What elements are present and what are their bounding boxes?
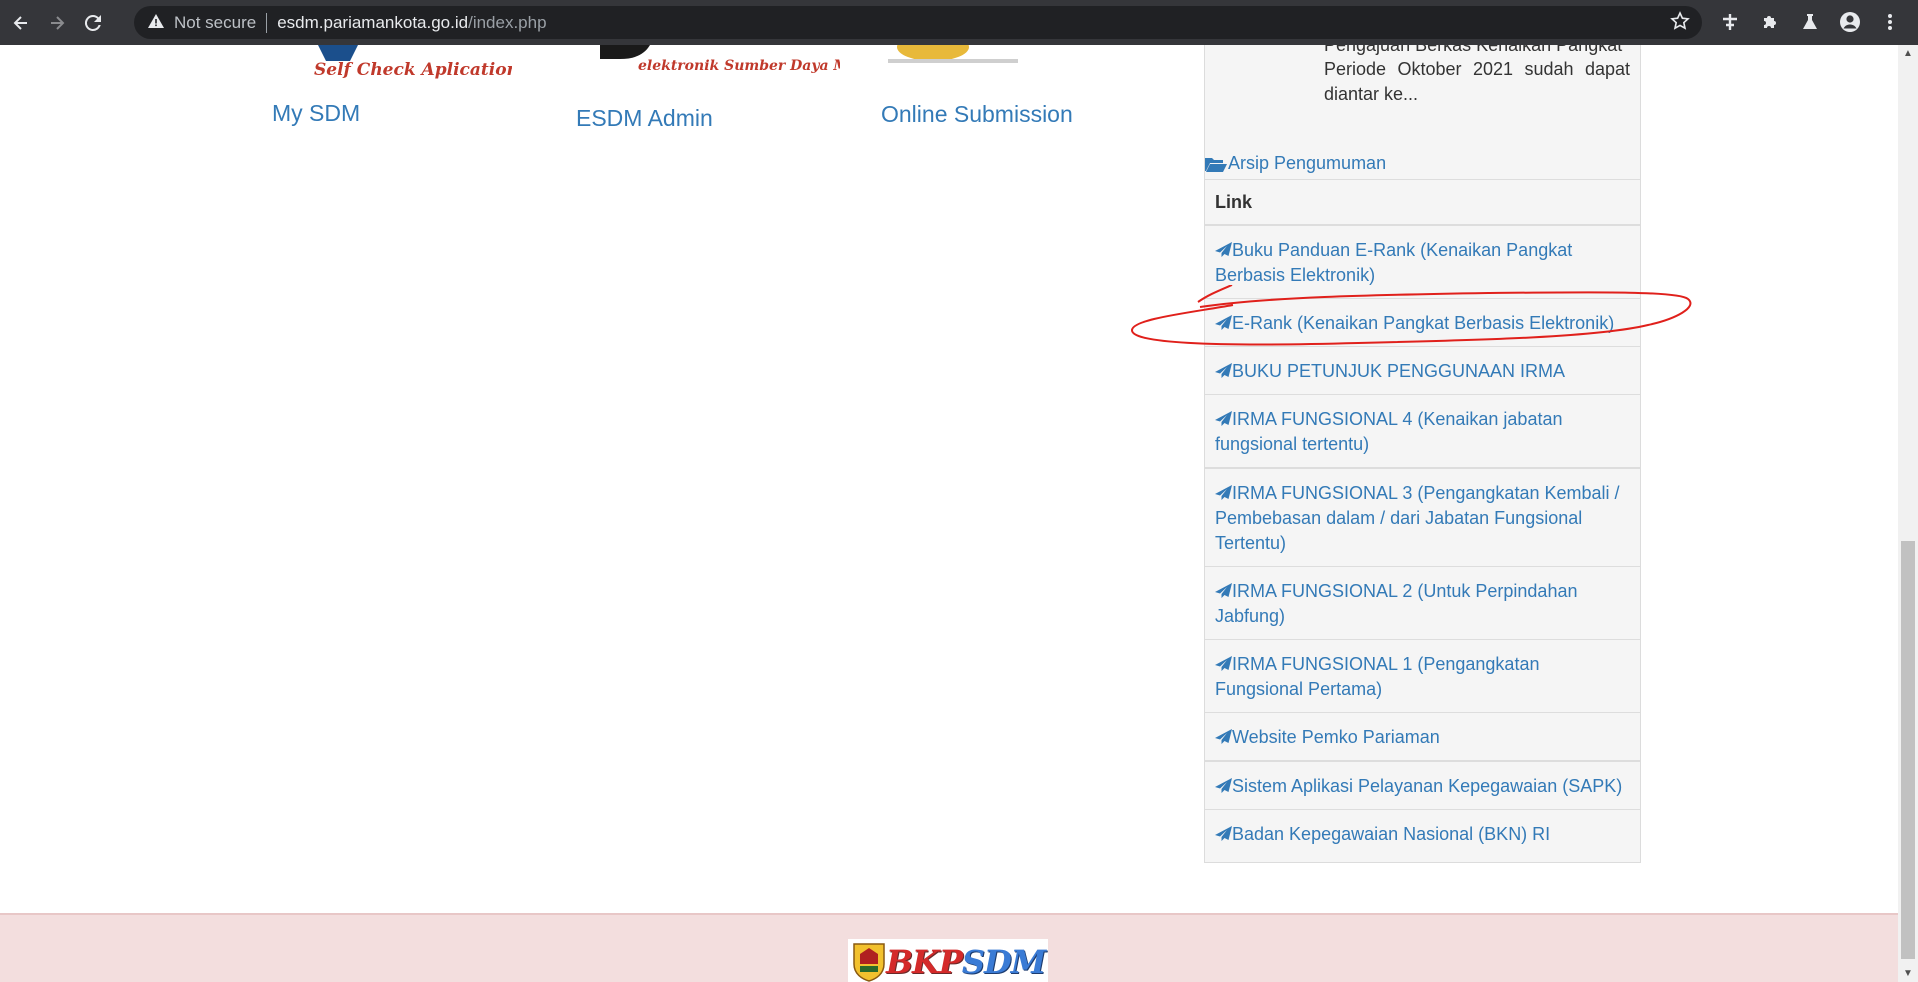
archive-link-label: Arsip Pengumuman — [1228, 153, 1387, 173]
link-label: Website Pemko Pariaman — [1232, 727, 1440, 747]
labs-icon[interactable] — [1796, 8, 1824, 36]
links-list: Buku Panduan E-Rank (Kenaikan Pangkat Be… — [1205, 226, 1640, 857]
link-item[interactable]: E-Rank (Kenaikan Pangkat Berbasis Elektr… — [1205, 299, 1640, 347]
link-label: IRMA FUNGSIONAL 4 (Kenaikan jabatan fung… — [1215, 409, 1563, 454]
link-label: Sistem Aplikasi Pelayanan Kepegawaian (S… — [1232, 776, 1623, 796]
reload-icon[interactable] — [78, 8, 108, 38]
announcement-text[interactable]: Pengajuan Berkas Kenaikan Pangkat Period… — [1324, 45, 1630, 107]
puzzle-icon[interactable] — [1756, 8, 1784, 36]
paper-plane-icon — [1215, 485, 1232, 500]
app-link-esdm-admin[interactable]: ESDM Admin — [576, 105, 713, 132]
profile-icon[interactable] — [1836, 8, 1864, 36]
link-label: BUKU PETUNJUK PENGGUNAAN IRMA — [1232, 361, 1566, 381]
app-link-online-submission[interactable]: Online Submission — [881, 101, 1073, 128]
link-item[interactable]: Sistem Aplikasi Pelayanan Kepegawaian (S… — [1205, 762, 1640, 810]
link-item[interactable]: IRMA FUNGSIONAL 1 (Pengangkatan Fungsion… — [1205, 640, 1640, 713]
my-sdm-logo-text: Self Check Aplication — [314, 60, 512, 80]
warning-icon — [148, 14, 166, 31]
paper-plane-icon — [1215, 656, 1232, 671]
paper-plane-icon — [1215, 363, 1232, 378]
scroll-up-icon[interactable]: ▲ — [1898, 45, 1918, 62]
forward-icon[interactable] — [42, 8, 72, 38]
star-icon[interactable] — [1670, 11, 1690, 37]
link-item[interactable]: Buku Panduan E-Rank (Kenaikan Pangkat Be… — [1205, 226, 1640, 299]
menu-icon[interactable] — [1876, 8, 1904, 36]
my-sdm-logo[interactable]: Self Check Aplication — [312, 45, 519, 86]
link-item[interactable]: BUKU PETUNJUK PENGGUNAAN IRMA — [1205, 347, 1640, 395]
bkpsdm-logo-part1: BKP — [886, 942, 963, 981]
link-label: Buku Panduan E-Rank (Kenaikan Pangkat Be… — [1215, 240, 1573, 285]
browser-toolbar: Not secure esdm.pariamankota.go.id /inde… — [0, 0, 1918, 45]
link-label: IRMA FUNGSIONAL 3 (Pengangkatan Kembali … — [1215, 483, 1620, 553]
emblem-icon — [853, 942, 885, 982]
sidebar-panel: Pengajuan Berkas Kenaikan Pangkat Period… — [1204, 45, 1641, 863]
omnibox-divider — [266, 12, 268, 33]
announcement-cut-line: Pengajuan Berkas Kenaikan Pangkat — [1324, 45, 1623, 55]
url-path: /index.php — [468, 12, 547, 32]
link-item[interactable]: Badan Kepegawaian Nasional (BKN) RI — [1205, 810, 1640, 857]
paper-plane-icon — [1215, 583, 1232, 598]
esdm-admin-logo[interactable]: elektronik Sumber Daya Manusia — [600, 45, 901, 86]
archive-link[interactable]: Arsip Pengumuman — [1205, 153, 1386, 174]
address-bar[interactable]: Not secure esdm.pariamankota.go.id /inde… — [134, 6, 1702, 39]
link-item[interactable]: IRMA FUNGSIONAL 4 (Kenaikan jabatan fung… — [1205, 395, 1640, 469]
link-label: Badan Kepegawaian Nasional (BKN) RI — [1232, 824, 1551, 844]
folder-open-icon — [1205, 157, 1227, 172]
bkpsdm-logo-part2: SDM — [961, 942, 1046, 981]
url-host: esdm.pariamankota.go.id — [277, 12, 469, 32]
back-icon[interactable] — [6, 8, 36, 38]
page-footer: BKP SDM — [0, 913, 1898, 982]
links-heading: Link — [1205, 179, 1640, 226]
paper-plane-icon — [1215, 778, 1232, 793]
paper-plane-icon — [1215, 826, 1232, 841]
link-item[interactable]: IRMA FUNGSIONAL 3 (Pengangkatan Kembali … — [1205, 469, 1640, 567]
online-submission-logo[interactable] — [888, 45, 1028, 72]
paper-plane-icon — [1215, 729, 1232, 744]
security-label[interactable]: Not secure — [174, 13, 256, 33]
link-label: IRMA FUNGSIONAL 1 (Pengangkatan Fungsion… — [1215, 654, 1540, 699]
esdm-admin-logo-text: elektronik Sumber Daya Manusia — [638, 58, 840, 74]
paper-plane-icon — [1215, 315, 1232, 330]
paper-plane-icon — [1215, 242, 1232, 257]
bkpsdm-logo[interactable]: BKP SDM — [848, 939, 1048, 982]
app-link-my-sdm[interactable]: My SDM — [272, 100, 360, 127]
scrollbar-thumb[interactable] — [1901, 541, 1915, 959]
extension-pin-icon[interactable] — [1716, 8, 1744, 36]
link-item[interactable]: Website Pemko Pariaman — [1205, 713, 1640, 762]
link-label: E-Rank (Kenaikan Pangkat Berbasis Elektr… — [1232, 313, 1615, 333]
link-label: IRMA FUNGSIONAL 2 (Untuk Perpindahan Jab… — [1215, 581, 1578, 626]
scroll-down-icon[interactable]: ▼ — [1898, 965, 1918, 982]
link-item[interactable]: IRMA FUNGSIONAL 2 (Untuk Perpindahan Jab… — [1205, 567, 1640, 640]
page-content: Self Check Aplication elektronik Sumber … — [0, 45, 1898, 982]
paper-plane-icon — [1215, 411, 1232, 426]
vertical-scrollbar[interactable]: ▲ ▼ — [1898, 45, 1918, 982]
